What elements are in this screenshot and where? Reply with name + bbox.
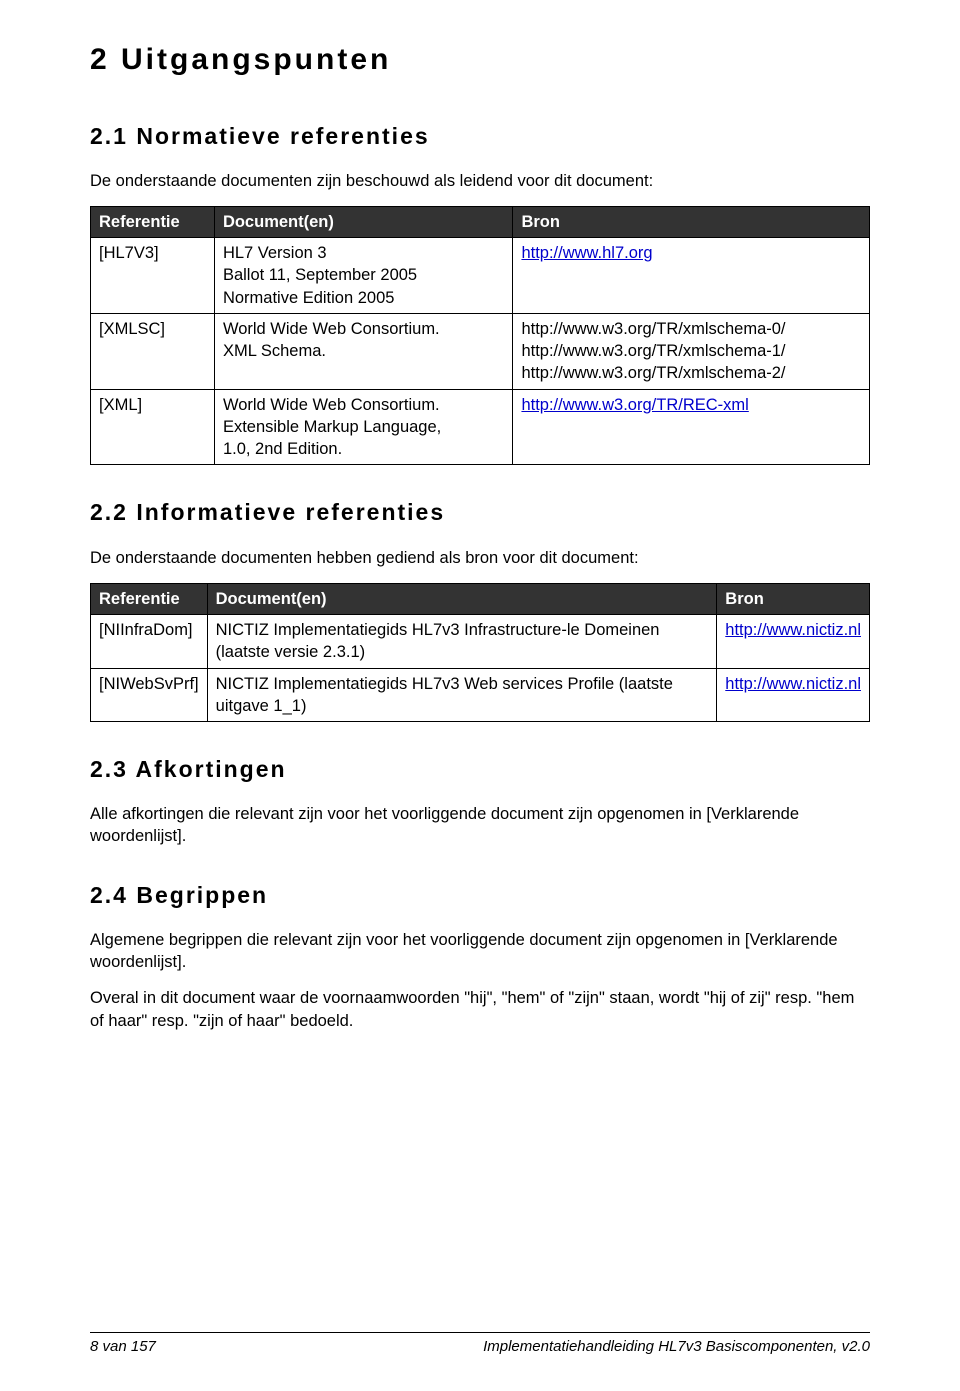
intro-21: De onderstaande documenten zijn beschouw… [90,170,870,192]
link-rec-xml[interactable]: http://www.w3.org/TR/REC-xml [521,396,748,414]
cell-doc: World Wide Web Consortium. Extensible Ma… [214,389,513,465]
table-row: [HL7V3] HL7 Version 3 Ballot 11, Septemb… [91,238,870,314]
heading-s24: 2.4 Begrippen [90,880,870,911]
text-24a: Algemene begrippen die relevant zijn voo… [90,929,870,974]
text-23: Alle afkortingen die relevant zijn voor … [90,803,870,848]
th-ref: Referentie [91,583,208,614]
cell-doc: NICTIZ Implementatiegids HL7v3 Web servi… [207,668,717,722]
cell-ref: [XMLSC] [91,313,215,389]
th-bron: Bron [513,206,870,237]
heading-chapter: 2 Uitgangspunten [90,40,870,81]
heading-s23: 2.3 Afkortingen [90,754,870,785]
cell-ref: [NIWebSvPrf] [91,668,208,722]
footer-right: Implementatiehandleiding HL7v3 Basiscomp… [483,1337,870,1357]
footer-left: 8 van 157 [90,1337,156,1357]
th-doc: Document(en) [207,583,717,614]
heading-s21: 2.1 Normatieve referenties [90,121,870,152]
link-hl7[interactable]: http://www.hl7.org [521,244,652,262]
cell-bron: http://www.nictiz.nl [717,615,870,669]
bron-line: http://www.w3.org/TR/xmlschema-1/ [521,342,785,360]
heading-s22: 2.2 Informatieve referenties [90,497,870,528]
cell-doc: HL7 Version 3 Ballot 11, September 2005 … [214,238,513,314]
link-nictiz[interactable]: http://www.nictiz.nl [725,675,861,693]
cell-bron: http://www.w3.org/TR/REC-xml [513,389,870,465]
table-row: [NIWebSvPrf] NICTIZ Implementatiegids HL… [91,668,870,722]
table-informative-refs: Referentie Document(en) Bron [NIInfraDom… [90,583,870,722]
bron-line: http://www.w3.org/TR/xmlschema-0/ [521,320,785,338]
intro-22: De onderstaande documenten hebben gedien… [90,547,870,569]
table-row: [NIInfraDom] NICTIZ Implementatiegids HL… [91,615,870,669]
page-footer: 8 van 157 Implementatiehandleiding HL7v3… [90,1332,870,1357]
th-doc: Document(en) [214,206,513,237]
cell-bron: http://www.hl7.org [513,238,870,314]
cell-bron: http://www.w3.org/TR/xmlschema-0/ http:/… [513,313,870,389]
link-nictiz[interactable]: http://www.nictiz.nl [725,621,861,639]
table-row: [XML] World Wide Web Consortium. Extensi… [91,389,870,465]
text-24b: Overal in dit document waar de voornaamw… [90,987,870,1032]
cell-doc: World Wide Web Consortium. XML Schema. [214,313,513,389]
cell-ref: [HL7V3] [91,238,215,314]
table-row: [XMLSC] World Wide Web Consortium. XML S… [91,313,870,389]
th-bron: Bron [717,583,870,614]
cell-doc: NICTIZ Implementatiegids HL7v3 Infrastru… [207,615,717,669]
cell-ref: [NIInfraDom] [91,615,208,669]
th-ref: Referentie [91,206,215,237]
table-normative-refs: Referentie Document(en) Bron [HL7V3] HL7… [90,206,870,466]
bron-line: http://www.w3.org/TR/xmlschema-2/ [521,364,785,382]
cell-ref: [XML] [91,389,215,465]
cell-bron: http://www.nictiz.nl [717,668,870,722]
